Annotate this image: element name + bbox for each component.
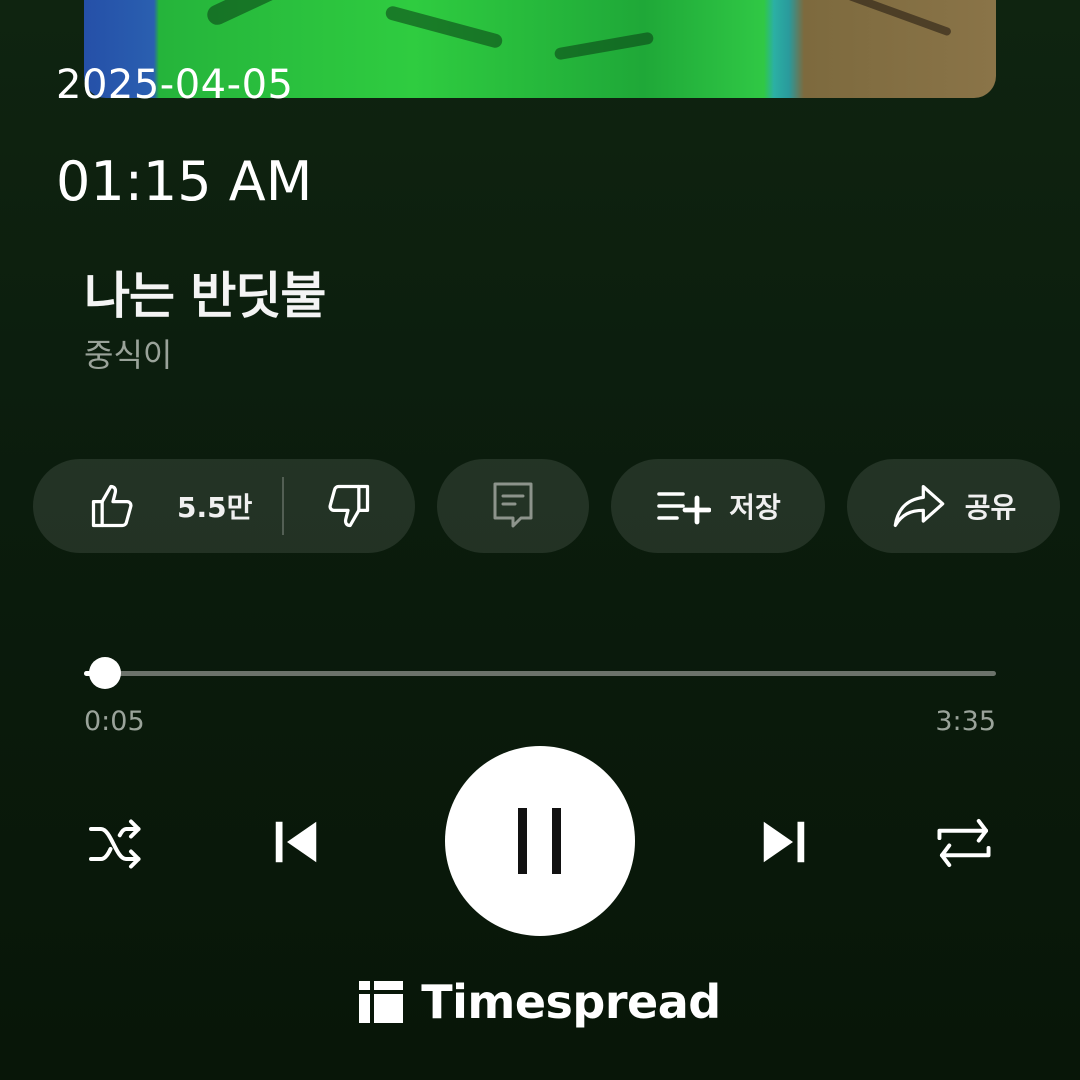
repeat-button[interactable] (932, 814, 996, 872)
like-button[interactable]: 5.5만 (33, 459, 252, 553)
thumbs-up-icon (87, 480, 139, 532)
save-button[interactable]: 저장 (611, 459, 825, 553)
thumbs-down-icon (322, 480, 374, 532)
progress-knob[interactable] (88, 657, 121, 689)
timespread-logo-icon (359, 981, 404, 1023)
shuffle-button[interactable] (84, 816, 148, 872)
song-title[interactable]: 나는 반딧불 (84, 256, 326, 328)
like-dislike-group: 5.5만 (33, 459, 415, 553)
shuffle-icon (86, 818, 146, 870)
skip-next-icon (757, 815, 811, 869)
brand-name: Timespread (421, 975, 721, 1029)
skip-previous-icon (269, 815, 323, 869)
playlist-add-icon (655, 486, 712, 526)
artist-name[interactable]: 중식이 (84, 330, 172, 376)
save-label: 저장 (729, 491, 781, 524)
dislike-button[interactable] (284, 459, 374, 553)
pause-icon (512, 808, 568, 874)
comment-button[interactable] (437, 459, 589, 553)
like-count: 5.5만 (177, 491, 253, 524)
overlay-time: 01:15 AM (56, 150, 313, 213)
share-label: 공유 (964, 491, 1017, 524)
previous-button[interactable] (266, 812, 326, 872)
repeat-icon (934, 816, 994, 870)
brand-watermark: Timespread (0, 975, 1080, 1029)
share-icon (891, 482, 947, 530)
current-time: 0:05 (84, 706, 145, 737)
overlay-date: 2025-04-05 (56, 62, 294, 108)
total-time: 3:35 (935, 706, 996, 737)
next-button[interactable] (754, 812, 814, 872)
share-button[interactable]: 공유 (847, 459, 1060, 553)
progress-bar[interactable] (84, 657, 996, 689)
pause-button[interactable] (445, 746, 635, 936)
comment-icon (489, 480, 537, 532)
